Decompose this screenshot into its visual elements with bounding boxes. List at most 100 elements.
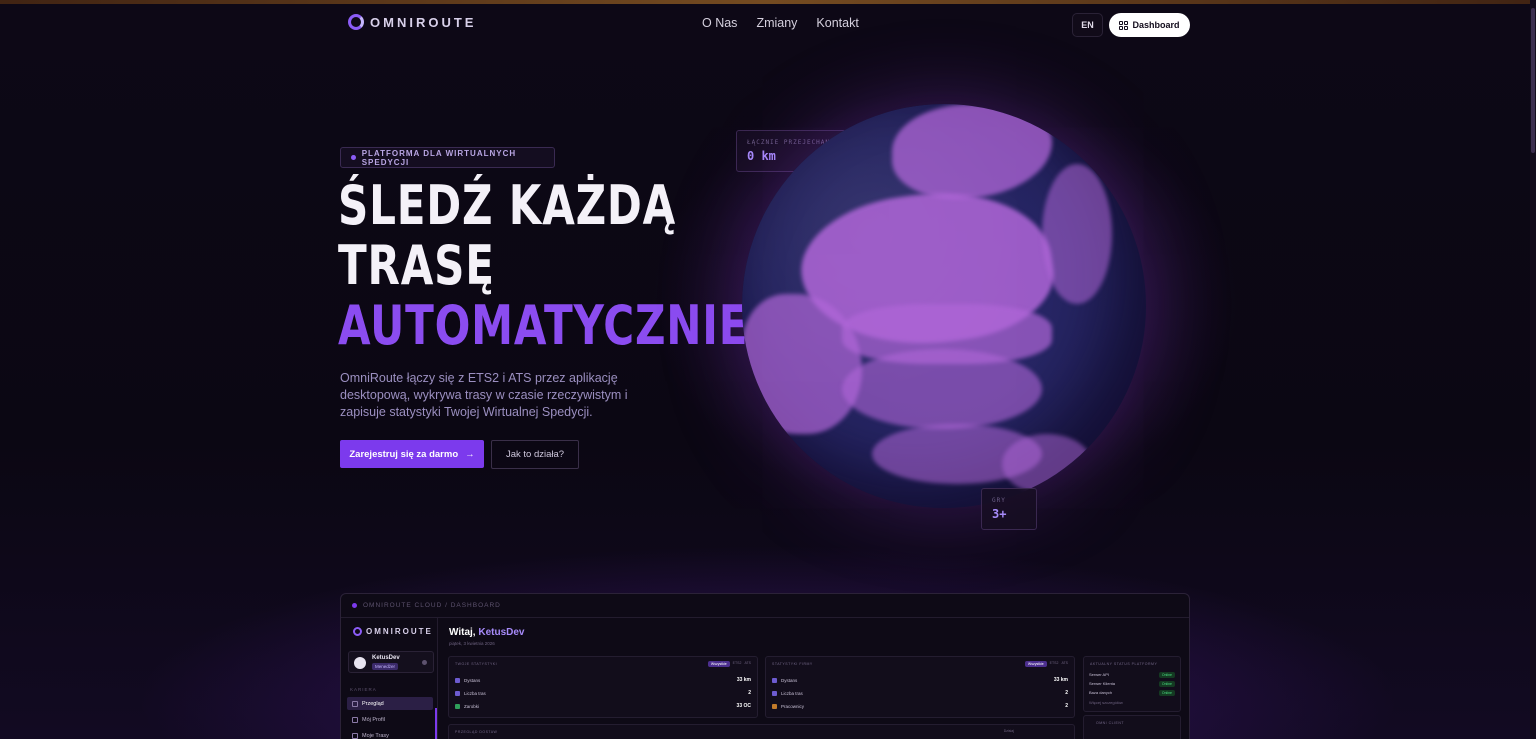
status-badge: Online [1158, 689, 1175, 696]
how-it-works-button[interactable]: Jak to działa? [491, 440, 579, 469]
hero-badge: PLATFORMA DLA WIRTUALNYCH SPEDYCJI [340, 147, 555, 168]
earnings-icon [455, 703, 460, 709]
routes-icon [352, 732, 358, 739]
stat-label: Pracownicy [781, 703, 805, 709]
scrollbar-thumb[interactable] [1531, 8, 1535, 153]
preview-logo: OMNIROUTE [353, 627, 433, 636]
overview-icon [352, 700, 358, 707]
status-row: Baza danych Online [1089, 688, 1175, 697]
card-title: TWOJE STATYSTYKI [455, 662, 498, 666]
stat-row: Pracownicy 2 [772, 701, 1068, 711]
stat-value: 2 [1065, 690, 1068, 696]
employees-icon [772, 703, 777, 709]
stat-games-value: 3+ [992, 507, 1007, 521]
status-badge: Online [1158, 680, 1175, 687]
tab-ets2: ETS2 [1049, 661, 1059, 665]
preview-card-platform-status: AKTUALNY STATUS PLATFORMY Serwer API Onli… [1083, 656, 1181, 712]
language-button[interactable]: EN [1072, 13, 1103, 37]
avatar [354, 657, 366, 669]
preview-sidebar: OMNIROUTE KetusDev Menedżer KARIERA Prze… [341, 618, 438, 739]
preview-sidebar-scrollbar [435, 708, 437, 739]
stat-row: Zarobki 33 OC [455, 701, 751, 711]
tab-ats: ATS [1061, 661, 1068, 665]
arrow-right-icon: → [465, 448, 475, 460]
stat-value: 33 km [1053, 677, 1068, 683]
preview-user-role: Menedżer [372, 663, 399, 670]
routes-count-icon [772, 690, 777, 696]
hero-lead: OmniRoute łączy się z ETS2 i ATS przez a… [340, 371, 628, 419]
recent-filter-label: Dzisiaj [1003, 729, 1014, 733]
preview-sidebar-item-label: Przegląd [362, 700, 384, 707]
register-button-label: Zarejestruj się za darmo [349, 448, 459, 460]
headline-line-2: TRASĘ [338, 234, 495, 297]
logo[interactable]: OMNIROUTE [348, 14, 476, 30]
preview-sidebar-item-label: Mój Profil [362, 716, 385, 723]
globe-image [742, 104, 1146, 508]
stat-label: Liczba tras [781, 690, 803, 696]
status-label: Serwer Klienta [1089, 681, 1116, 686]
hero-badge-text: PLATFORMA DLA WIRTUALNYCH SPEDYCJI [361, 148, 517, 167]
headline-accent: AUTOMATYCZNIE [338, 294, 749, 357]
card-title: STATYSTYKI FIRMY [772, 662, 813, 666]
nav-links: O Nas Zmiany Kontakt [702, 16, 859, 30]
card-title: OMNI CLIENT [1096, 721, 1125, 725]
status-badge: Online [1158, 671, 1175, 678]
stat-row: Dystans 33 km [772, 675, 1068, 685]
preview-card-company-stats: STATYSTYKI FIRMY Wszystkie ETS2 ATS Dyst… [765, 656, 1075, 718]
preview-card-personal-stats: TWOJE STATYSTYKI Wszystkie ETS2 ATS Dyst… [448, 656, 758, 718]
preview-logo-text: OMNIROUTE [366, 627, 433, 636]
tab-all: Wszystkie [707, 661, 730, 667]
headline-line-1: ŚLEDŹ KAŻDĄ [338, 174, 677, 237]
profile-icon [352, 716, 358, 723]
tab-ats: ATS [744, 661, 751, 665]
card-tabs: Wszystkie ETS2 ATS [707, 661, 751, 667]
stat-row: Dystans 33 km [455, 675, 751, 685]
hero-headline: ŚLEDŹ KAŻDĄ TRASĘ AUTOMATYCZNIE [338, 174, 749, 357]
dashboard-preview: OMNIROUTE CLOUD / DASHBOARD OMNIROUTE Ke… [340, 593, 1190, 739]
preview-user-name: KetusDev [372, 655, 400, 661]
preview-dot-icon [352, 603, 357, 608]
top-nav: OMNIROUTE O Nas Zmiany Kontakt EN Dashbo… [340, 12, 1190, 38]
dashboard-button-label: Dashboard [1132, 20, 1180, 30]
stat-value: 33 km [736, 677, 751, 683]
card-tabs: Wszystkie ETS2 ATS [1024, 661, 1068, 667]
preview-section-label: KARIERA [350, 687, 377, 692]
card-title: PRZEGLĄD DOSTAW [455, 730, 498, 734]
status-row: Serwer API Online [1089, 670, 1175, 679]
nav-link-about[interactable]: O Nas [702, 16, 737, 30]
stat-label: Dystans [781, 677, 798, 683]
status-row: Serwer Klienta Online [1089, 679, 1175, 688]
dashboard-button[interactable]: Dashboard [1109, 13, 1190, 37]
stat-row: Liczba tras 2 [772, 688, 1068, 698]
stat-label: Zarobki [464, 703, 480, 709]
preview-sidebar-item-routes: Moje Trasy [347, 729, 433, 739]
preview-card-recent-deliveries: PRZEGLĄD DOSTAW Dzisiaj [448, 724, 1075, 739]
grid-icon [1119, 20, 1129, 30]
greeting-name: KetusDev [478, 627, 525, 638]
nav-link-contact[interactable]: Kontakt [816, 16, 858, 30]
stat-value: 33 OC [736, 703, 751, 709]
preview-card-omni-client: OMNI CLIENT [1083, 715, 1181, 739]
preview-logo-icon [353, 627, 362, 636]
top-glow [0, 0, 1536, 4]
page-scrollbar[interactable] [1530, 0, 1536, 739]
routes-count-icon [455, 690, 460, 696]
preview-date: piątek, 3 kwietnia 2026 [449, 641, 495, 646]
stat-card-games: GRY 3+ [981, 488, 1037, 530]
stat-row: Liczba tras 2 [455, 688, 751, 698]
status-more-label: Więcej szczegółów [1089, 700, 1123, 705]
stat-value: 2 [1065, 703, 1068, 709]
recent-filter: Dzisiaj [1004, 729, 1014, 733]
stat-label: Liczba tras [464, 690, 486, 696]
tab-all: Wszystkie [1024, 661, 1047, 667]
logo-icon [348, 14, 364, 30]
nav-link-changes[interactable]: Zmiany [756, 16, 797, 30]
status-more: Więcej szczegółów [1089, 698, 1175, 707]
gear-icon [422, 660, 427, 665]
preview-user-card: KetusDev Menedżer [348, 651, 434, 673]
stat-value: 2 [748, 690, 751, 696]
preview-greeting: Witaj, KetusDev [449, 627, 525, 638]
register-button[interactable]: Zarejestruj się za darmo → [340, 440, 484, 468]
distance-icon [455, 677, 460, 683]
stat-games-label: GRY [992, 497, 1006, 504]
